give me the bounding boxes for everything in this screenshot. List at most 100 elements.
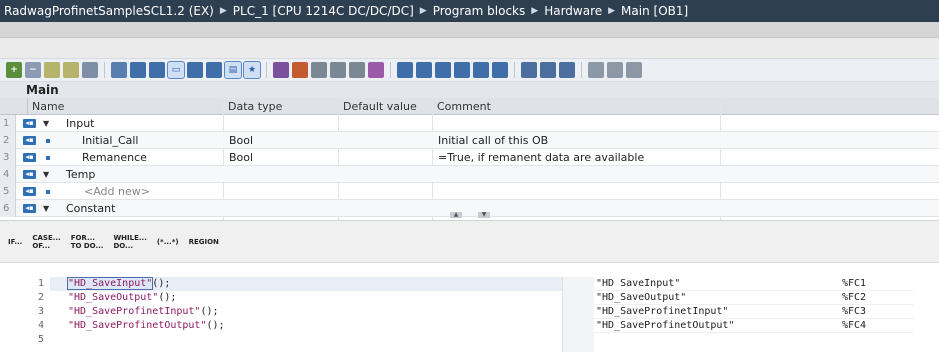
column-header-name[interactable]: Name: [27, 98, 222, 115]
link-icon[interactable]: [588, 62, 604, 78]
cell-datatype[interactable]: Bool: [229, 132, 253, 149]
breakpoint-icon[interactable]: [292, 62, 308, 78]
operand-name: "HD_SaveProfinetInput": [596, 306, 729, 317]
code-text[interactable]: "HD_SaveProfinetInput"();: [68, 305, 219, 319]
bookmark-next-icon[interactable]: [330, 62, 346, 78]
column-header-comment[interactable]: Comment: [432, 98, 720, 115]
list-outdent-icon[interactable]: [492, 62, 508, 78]
table-row[interactable]: 2 ◂▪ Initial_Call Bool Initial call of this …: [0, 132, 939, 149]
monitor-icon[interactable]: [44, 62, 60, 78]
code-line[interactable]: 3 "HD_SaveProfinetInput"();: [22, 305, 562, 319]
step-over-icon[interactable]: [540, 62, 556, 78]
breadcrumb-separator-icon: ▶: [608, 6, 616, 16]
collapse-all-icon[interactable]: [130, 62, 146, 78]
debug-icon[interactable]: [368, 62, 384, 78]
favorites-icon[interactable]: ★: [243, 61, 261, 79]
table-row[interactable]: 5 ◂▪ <Add new>: [0, 183, 939, 200]
block-title: Main: [0, 82, 939, 98]
cell-name[interactable]: Remanence: [82, 149, 147, 166]
block-view-icon[interactable]: [149, 62, 165, 78]
scl-button-1[interactable]: CASE... OF...: [32, 234, 60, 250]
code-text[interactable]: "HD_SaveInput"();: [66, 277, 170, 291]
bookmark-icon[interactable]: [311, 62, 327, 78]
go-to-icon[interactable]: [187, 62, 203, 78]
delete-network-icon[interactable]: −: [25, 62, 41, 78]
block-interface-table: Name Data type Default value Comment 1 ◂▪…: [0, 98, 939, 220]
operand-info-row: "HD_SaveProfinetOutput" %FC4: [594, 319, 914, 333]
breadcrumb-program-blocks[interactable]: Program blocks: [433, 4, 526, 18]
settings-icon[interactable]: [607, 62, 623, 78]
row-number: 4: [0, 166, 16, 183]
database-icon[interactable]: [626, 62, 642, 78]
increase-indent-icon[interactable]: [206, 62, 222, 78]
comment-icon[interactable]: ▭: [167, 61, 185, 79]
align-icon[interactable]: [435, 62, 451, 78]
code-line[interactable]: 4 "HD_SaveProfinetOutput"();: [22, 319, 562, 333]
code-lines[interactable]: 1 "HD_SaveInput"(); 2 "HD_SaveOutput"(); 3 "H…: [22, 277, 584, 352]
scl-button-2[interactable]: FOR... TO DO...: [71, 234, 104, 250]
expand-caret-icon[interactable]: ▼: [43, 115, 49, 132]
cell-name[interactable]: Constant: [66, 200, 115, 217]
breadcrumb-plc[interactable]: PLC_1 [CPU 1214C DC/DC/DC]: [233, 4, 414, 18]
cell-comment[interactable]: =True, if remanent data are available: [438, 149, 644, 166]
row-number: 2: [0, 132, 16, 149]
operand-name: "HD SaveInput": [596, 278, 681, 289]
column-header-default[interactable]: Default value: [338, 98, 432, 115]
block-call-name[interactable]: "HD_SaveInput": [66, 277, 154, 290]
variable-bullet-icon: [46, 156, 50, 160]
scl-button-4[interactable]: (*...*): [157, 238, 179, 246]
scl-button-0[interactable]: IF...: [8, 238, 22, 246]
breadcrumb-project[interactable]: RadwagProfinetSampleSCL1.2 (EX): [4, 4, 214, 18]
splitter-down-icon[interactable]: ▼: [478, 212, 490, 218]
cell-name[interactable]: Temp: [66, 166, 95, 183]
code-line[interactable]: 5: [22, 333, 562, 347]
column-header-datatype[interactable]: Data type: [223, 98, 338, 115]
block-call-name[interactable]: "HD_SaveOutput": [68, 292, 158, 303]
expand-caret-icon[interactable]: ▼: [43, 166, 49, 183]
step-icon[interactable]: [521, 62, 537, 78]
uncomment-lines-icon[interactable]: [416, 62, 432, 78]
scl-code-editor[interactable]: 1 "HD_SaveInput"(); 2 "HD_SaveOutput"(); 3 "H…: [0, 262, 939, 352]
breadcrumb-main-ob1[interactable]: Main [OB1]: [621, 4, 688, 18]
code-text[interactable]: "HD_SaveOutput"();: [68, 291, 176, 305]
scl-button-3[interactable]: WHILE... DO...: [113, 234, 146, 250]
expand-caret-icon[interactable]: ▼: [43, 200, 49, 217]
line-number: 2: [37, 292, 44, 303]
step-out-icon[interactable]: [559, 62, 575, 78]
table-row[interactable]: 4 ◂▪ ▼ Temp: [0, 166, 939, 183]
interface-section-icon: ◂▪: [23, 204, 36, 213]
cell-datatype[interactable]: Bool: [229, 149, 253, 166]
format-icon[interactable]: [454, 62, 470, 78]
toolbar-separator: [266, 62, 267, 78]
breadcrumb-hardware[interactable]: Hardware: [544, 4, 602, 18]
scl-button-5[interactable]: REGION: [189, 238, 219, 246]
list-indent-icon[interactable]: [473, 62, 489, 78]
table-row[interactable]: 1 ◂▪ ▼ Input: [0, 115, 939, 132]
insert-network-icon[interactable]: +: [6, 62, 22, 78]
splitter-up-icon[interactable]: ▲: [450, 212, 462, 218]
absolute-operands-icon[interactable]: ▤: [224, 61, 242, 79]
code-line[interactable]: 2 "HD_SaveOutput"();: [22, 291, 562, 305]
monitor-all-icon[interactable]: [63, 62, 79, 78]
row-number: 1: [0, 115, 16, 132]
code-text[interactable]: "HD_SaveProfinetOutput"();: [68, 319, 225, 333]
operand-name: "HD_SaveOutput": [596, 292, 687, 303]
comment-lines-icon[interactable]: [397, 62, 413, 78]
cell-name[interactable]: Initial_Call: [82, 132, 138, 149]
cell-name[interactable]: <Add new>: [84, 183, 150, 200]
block-call-name[interactable]: "HD_SaveProfinetOutput": [68, 320, 206, 331]
indent-icon[interactable]: [82, 62, 98, 78]
pane-splitter[interactable]: ▲ ▼: [430, 212, 510, 220]
table-row[interactable]: 3 ◂▪ Remanence Bool =True, if remanent data …: [0, 149, 939, 166]
toolbar-separator: [514, 62, 515, 78]
call-structure-icon[interactable]: [273, 62, 289, 78]
code-line[interactable]: 1 "HD_SaveInput"();: [22, 277, 562, 291]
operand-info-row: "HD SaveInput" %FC1: [594, 277, 914, 291]
operand-info-row: "HD_SaveOutput" %FC2: [594, 291, 914, 305]
cell-comment[interactable]: Initial call of this OB: [438, 132, 548, 149]
bookmark-prev-icon[interactable]: [349, 62, 365, 78]
expand-all-icon[interactable]: [111, 62, 127, 78]
block-call-name[interactable]: "HD_SaveProfinetInput": [68, 306, 200, 317]
cell-name[interactable]: Input: [66, 115, 94, 132]
line-number: 3: [37, 306, 44, 317]
